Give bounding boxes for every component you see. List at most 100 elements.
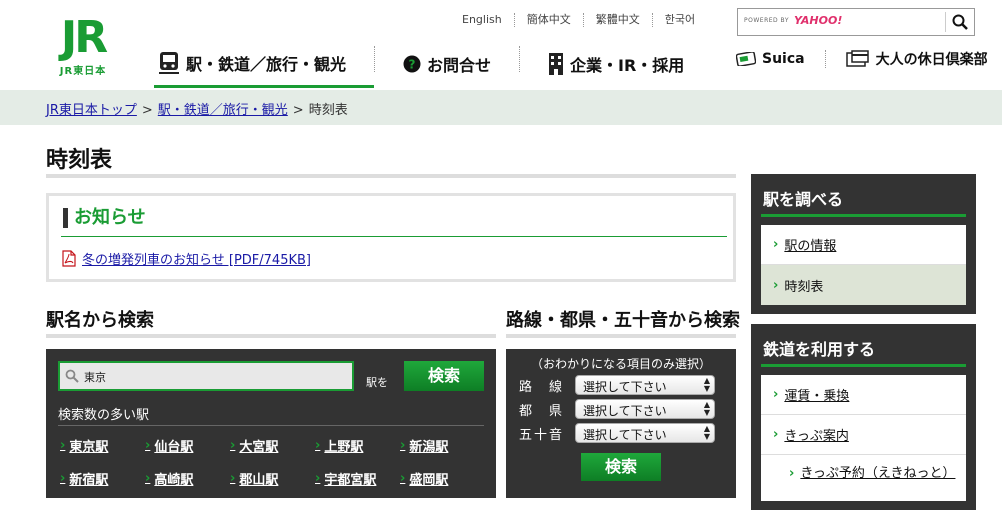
chevron-right-icon: › — [230, 471, 236, 486]
route-line-row: 路 線 選択して下さい ▲ ▼ — [519, 375, 715, 395]
chevron-right-icon: › — [773, 237, 779, 252]
breadcrumb-link-top[interactable]: JR東日本トップ — [46, 103, 137, 118]
rail-use-box: 鉄道を利用する › 運賃・乗換 › きっぷ案内 › きっぷ予約（えきねっと） — [751, 324, 976, 510]
logo-subtitle: JR東日本 — [59, 66, 107, 77]
sidebar-item-tickets[interactable]: › きっぷ案内 — [761, 415, 966, 455]
rail-use-heading: 鉄道を利用する — [763, 340, 876, 359]
chevron-right-icon: › — [145, 438, 151, 453]
suica-label: Suica — [762, 51, 805, 67]
lang-simplified-chinese-link[interactable]: 簡体中文 — [513, 13, 583, 27]
prefecture-row: 都 県 選択して下さい ▲ ▼ — [519, 399, 715, 419]
jr-east-logo[interactable]: JR JR東日本 — [44, 12, 122, 78]
chevron-right-icon: › — [315, 471, 321, 486]
search-icon — [65, 369, 79, 383]
building-icon — [548, 52, 564, 76]
nav-corporate-ir-recruit[interactable]: 企業・IR・採用 — [544, 40, 712, 88]
route-line-select[interactable]: 選択して下さい ▲ ▼ — [575, 375, 715, 395]
prefecture-select[interactable]: 選択して下さい ▲ ▼ — [575, 399, 715, 419]
popular-stations-label: 検索数の多い駅 — [58, 408, 150, 423]
notice-heading: お知らせ — [63, 208, 146, 228]
notice-box: お知らせ 冬の増発列車のお知らせ [PDF/745KB] — [46, 193, 736, 282]
station-suffix-label: 駅を — [366, 376, 388, 389]
lang-traditional-chinese-link[interactable]: 繁體中文 — [582, 13, 652, 27]
kana-label: 五十音 — [519, 427, 565, 443]
nav-divider — [374, 46, 376, 72]
kana-select[interactable]: 選択して下さい ▲ ▼ — [575, 423, 715, 443]
station-link-koriyama[interactable]: › 郡山駅 — [230, 469, 315, 488]
otona-no-kyujitsu-link[interactable]: 大人の休日倶楽部 — [845, 49, 988, 69]
station-link-utsunomiya[interactable]: › 宇都宮駅 — [315, 469, 400, 488]
station-lookup-heading: 駅を調べる — [763, 190, 844, 209]
chevron-right-icon: › — [60, 471, 66, 486]
route-search-hint: （おわかりになる項目のみ選択） — [530, 357, 711, 371]
search-icon[interactable] — [952, 14, 968, 30]
lang-english-link[interactable]: English — [450, 13, 514, 27]
station-name-input[interactable]: 東京 — [58, 361, 354, 391]
station-search-panel: 東京 駅を 検索 検索数の多い駅 › 東京駅 › 仙台駅 › 大宮駅 › 上野駅 › 新潟… — [46, 349, 496, 498]
prefecture-label: 都 県 — [519, 403, 565, 419]
search-divider — [945, 12, 946, 32]
suica-link[interactable]: Suica — [736, 51, 805, 67]
station-link-takasaki[interactable]: › 高崎駅 — [145, 469, 230, 488]
station-search-button[interactable]: 検索 — [404, 361, 484, 391]
train-icon — [158, 51, 180, 75]
station-link-ueno[interactable]: › 上野駅 — [315, 436, 400, 455]
global-nav: 駅・鉄道／旅行・観光 ? お問合せ 企業・IR・採用 — [154, 40, 712, 90]
station-link-omiya[interactable]: › 大宮駅 — [230, 436, 315, 455]
chevron-right-icon: › — [789, 466, 795, 481]
route-search-panel: （おわかりになる項目のみ選択） 路 線 選択して下さい ▲ ▼ 都 県 選択して下さ… — [506, 349, 736, 498]
select-arrows-icon: ▲ ▼ — [703, 424, 710, 441]
breadcrumb-link-railway[interactable]: 駅・鉄道／旅行・観光 — [158, 103, 288, 118]
logo-mark: JR — [60, 12, 108, 63]
nav-label: 企業・IR・採用 — [570, 56, 685, 75]
suica-card-icon — [736, 52, 756, 66]
breadcrumb-current: 時刻表 — [308, 103, 348, 118]
route-line-label: 路 線 — [519, 379, 565, 395]
nav-label: 駅・鉄道／旅行・観光 — [186, 54, 347, 74]
svg-text:?: ? — [409, 58, 416, 72]
sidebar-item-station-info[interactable]: › 駅の情報 — [761, 225, 966, 265]
station-link-tokyo[interactable]: › 東京駅 — [60, 436, 145, 455]
site-search-box[interactable]: POWERED BY YAHOO! — [737, 8, 975, 36]
route-search-button[interactable]: 検索 — [581, 453, 661, 481]
station-link-sendai[interactable]: › 仙台駅 — [145, 436, 230, 455]
sidebar-item-timetable[interactable]: › 時刻表 — [761, 265, 966, 305]
chevron-right-icon: › — [60, 438, 66, 453]
title-divider — [46, 174, 736, 178]
route-search-heading: 路線・都県・五十音から検索 — [506, 310, 740, 331]
nav-contact[interactable]: ? お問合せ — [399, 40, 519, 88]
route-search-divider — [506, 334, 736, 338]
card-icon — [845, 50, 870, 68]
lang-korean-link[interactable]: 한국어 — [651, 13, 707, 27]
popular-stations-divider — [58, 425, 484, 426]
otona-label: 大人の休日倶楽部 — [875, 52, 988, 68]
popular-stations-grid: › 東京駅 › 仙台駅 › 大宮駅 › 上野駅 › 新潟駅 › 新宿駅 › 高崎駅 › 郡山駅 … — [60, 436, 490, 488]
station-search-divider — [46, 334, 496, 338]
sidebar-item-ticket-reservation[interactable]: › きっぷ予約（えきねっと） — [761, 455, 966, 501]
chevron-right-icon: › — [773, 427, 779, 442]
station-link-niigata[interactable]: › 新潟駅 — [400, 436, 485, 455]
chevron-right-icon: › — [315, 438, 321, 453]
breadcrumb-separator: > — [292, 103, 304, 118]
station-link-shinjuku[interactable]: › 新宿駅 — [60, 469, 145, 488]
breadcrumb-separator: > — [141, 103, 153, 118]
rail-use-list: › 運賃・乗換 › きっぷ案内 › きっぷ予約（えきねっと） — [761, 375, 966, 501]
chevron-right-icon: › — [400, 438, 406, 453]
pdf-icon — [61, 250, 77, 267]
notice-item: 冬の増発列車のお知らせ [PDF/745KB] — [61, 249, 311, 268]
nav-station-railway-travel[interactable]: 駅・鉄道／旅行・観光 — [154, 40, 375, 88]
notice-pdf-link[interactable]: 冬の増発列車のお知らせ [PDF/745KB] — [82, 249, 311, 268]
station-link-morioka[interactable]: › 盛岡駅 — [400, 469, 485, 488]
sidebar-item-fares[interactable]: › 運賃・乗換 — [761, 375, 966, 415]
select-arrows-icon: ▲ ▼ — [703, 400, 710, 417]
sub-nav: Suica 大人の休日倶楽部 — [736, 46, 988, 72]
powered-by-label: POWERED BY — [744, 17, 790, 24]
chevron-right-icon: › — [145, 471, 151, 486]
nav-label: お問合せ — [427, 56, 492, 75]
station-lookup-bar — [761, 214, 966, 217]
nav-divider — [519, 46, 521, 72]
yahoo-logo: YAHOO! — [794, 14, 843, 27]
station-name-value: 東京 — [84, 371, 106, 384]
language-switcher: English 簡体中文 繁體中文 한국어 — [450, 13, 707, 27]
subnav-divider — [824, 50, 826, 68]
